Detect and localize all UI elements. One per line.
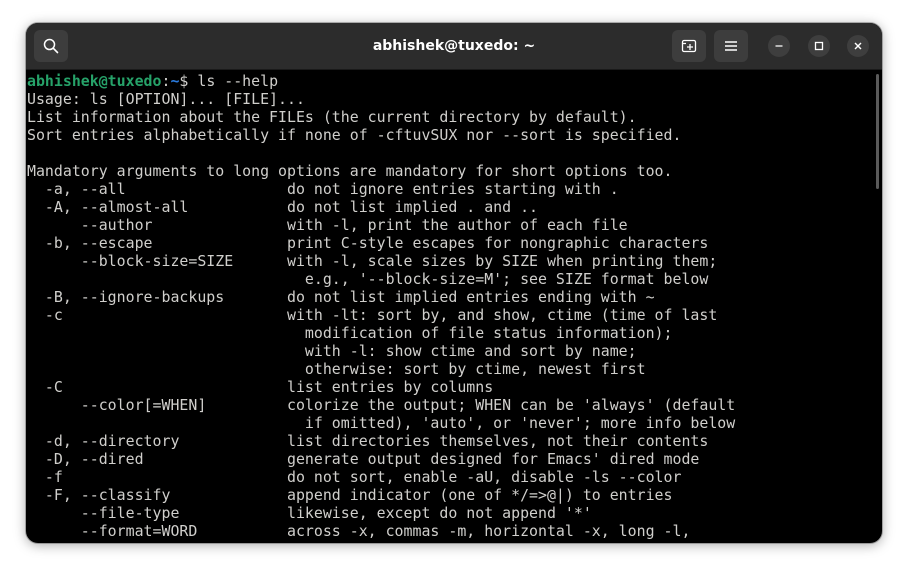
menu-button[interactable] — [714, 30, 748, 62]
output-line: -b, --escape print C-style escapes for n… — [27, 234, 709, 252]
output-line: -D, --dired generate output designed for… — [27, 450, 700, 468]
output-line: Sort entries alphabetically if none of -… — [27, 126, 682, 144]
prompt-line: abhishek@tuxedo:~$ ls --help — [27, 72, 872, 90]
new-tab-icon — [681, 39, 697, 53]
output-line: --color[=WHEN] colorize the output; WHEN… — [27, 396, 736, 414]
hamburger-menu-icon — [725, 41, 737, 51]
output-line: Usage: ls [OPTION]... [FILE]... — [27, 90, 305, 108]
output-line: -f do not sort, enable -aU, disable -ls … — [27, 468, 682, 486]
output-line: --file-type likewise, except do not appe… — [27, 504, 592, 522]
output-line: otherwise: sort by ctime, newest first — [27, 360, 646, 378]
search-button[interactable] — [34, 30, 68, 62]
output-line: with -l: show ctime and sort by name; — [27, 342, 637, 360]
output-line: --author with -l, print the author of ea… — [27, 216, 628, 234]
output-line: -C list entries by columns — [27, 378, 494, 396]
output-line: Mandatory arguments to long options are … — [27, 162, 673, 180]
output-line: List information about the FILEs (the cu… — [27, 108, 637, 126]
new-tab-button[interactable] — [672, 30, 706, 62]
output-line: -F, --classify append indicator (one of … — [27, 486, 673, 504]
output-line: modification of file status information)… — [27, 324, 673, 342]
terminal-window: abhishek@tuxedo: ~ abhishek@tuxedo:~$ ls… — [26, 23, 882, 543]
output-line: --block-size=SIZE with -l, scale sizes b… — [27, 252, 718, 270]
search-icon — [43, 38, 59, 54]
output-line: -B, --ignore-backups do not list implied… — [27, 288, 655, 306]
output-line: -A, --almost-all do not list implied . a… — [27, 198, 539, 216]
prompt-symbol: $ — [179, 72, 198, 90]
output-line: -c with -lt: sort by, and show, ctime (t… — [27, 306, 718, 324]
output-line: --format=WORD across -x, commas -m, hori… — [27, 522, 691, 540]
close-button[interactable] — [847, 35, 869, 57]
terminal-output[interactable]: abhishek@tuxedo:~$ ls --help Usage: ls [… — [27, 70, 872, 543]
output-line: -a, --all do not ignore entries starting… — [27, 180, 619, 198]
scrollbar[interactable] — [876, 74, 879, 189]
output-line: -d, --directory list directories themsel… — [27, 432, 709, 450]
maximize-icon — [814, 41, 824, 51]
minimize-icon — [775, 45, 783, 47]
command-text: ls --help — [197, 72, 279, 90]
output-line: e.g., '--block-size=M'; see SIZE format … — [27, 270, 709, 288]
title-bar: abhishek@tuxedo: ~ — [26, 23, 882, 70]
prompt-user: abhishek@tuxedo — [27, 72, 162, 90]
maximize-button[interactable] — [808, 35, 830, 57]
minimize-button[interactable] — [768, 35, 790, 57]
window-title: abhishek@tuxedo: ~ — [372, 38, 536, 54]
output-line: if omitted), 'auto', or 'never'; more in… — [27, 414, 736, 432]
command-output: Usage: ls [OPTION]... [FILE]... List info… — [27, 90, 872, 540]
close-icon — [854, 42, 862, 50]
